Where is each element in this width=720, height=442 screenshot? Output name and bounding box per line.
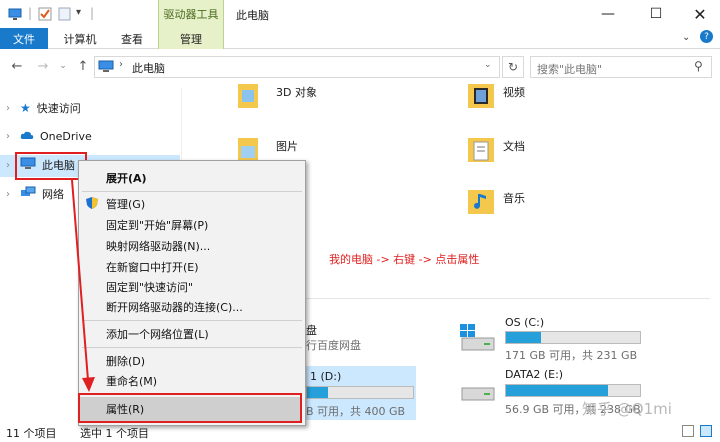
red-arrow <box>71 179 95 392</box>
large-icons-view-icon[interactable] <box>700 425 712 437</box>
watermark: 知乎 @Q1mi <box>582 400 672 418</box>
status-selected-count: 选中 1 个项目 <box>80 427 149 440</box>
details-view-icon[interactable] <box>682 425 694 437</box>
status-item-count: 11 个项目 <box>6 427 57 440</box>
